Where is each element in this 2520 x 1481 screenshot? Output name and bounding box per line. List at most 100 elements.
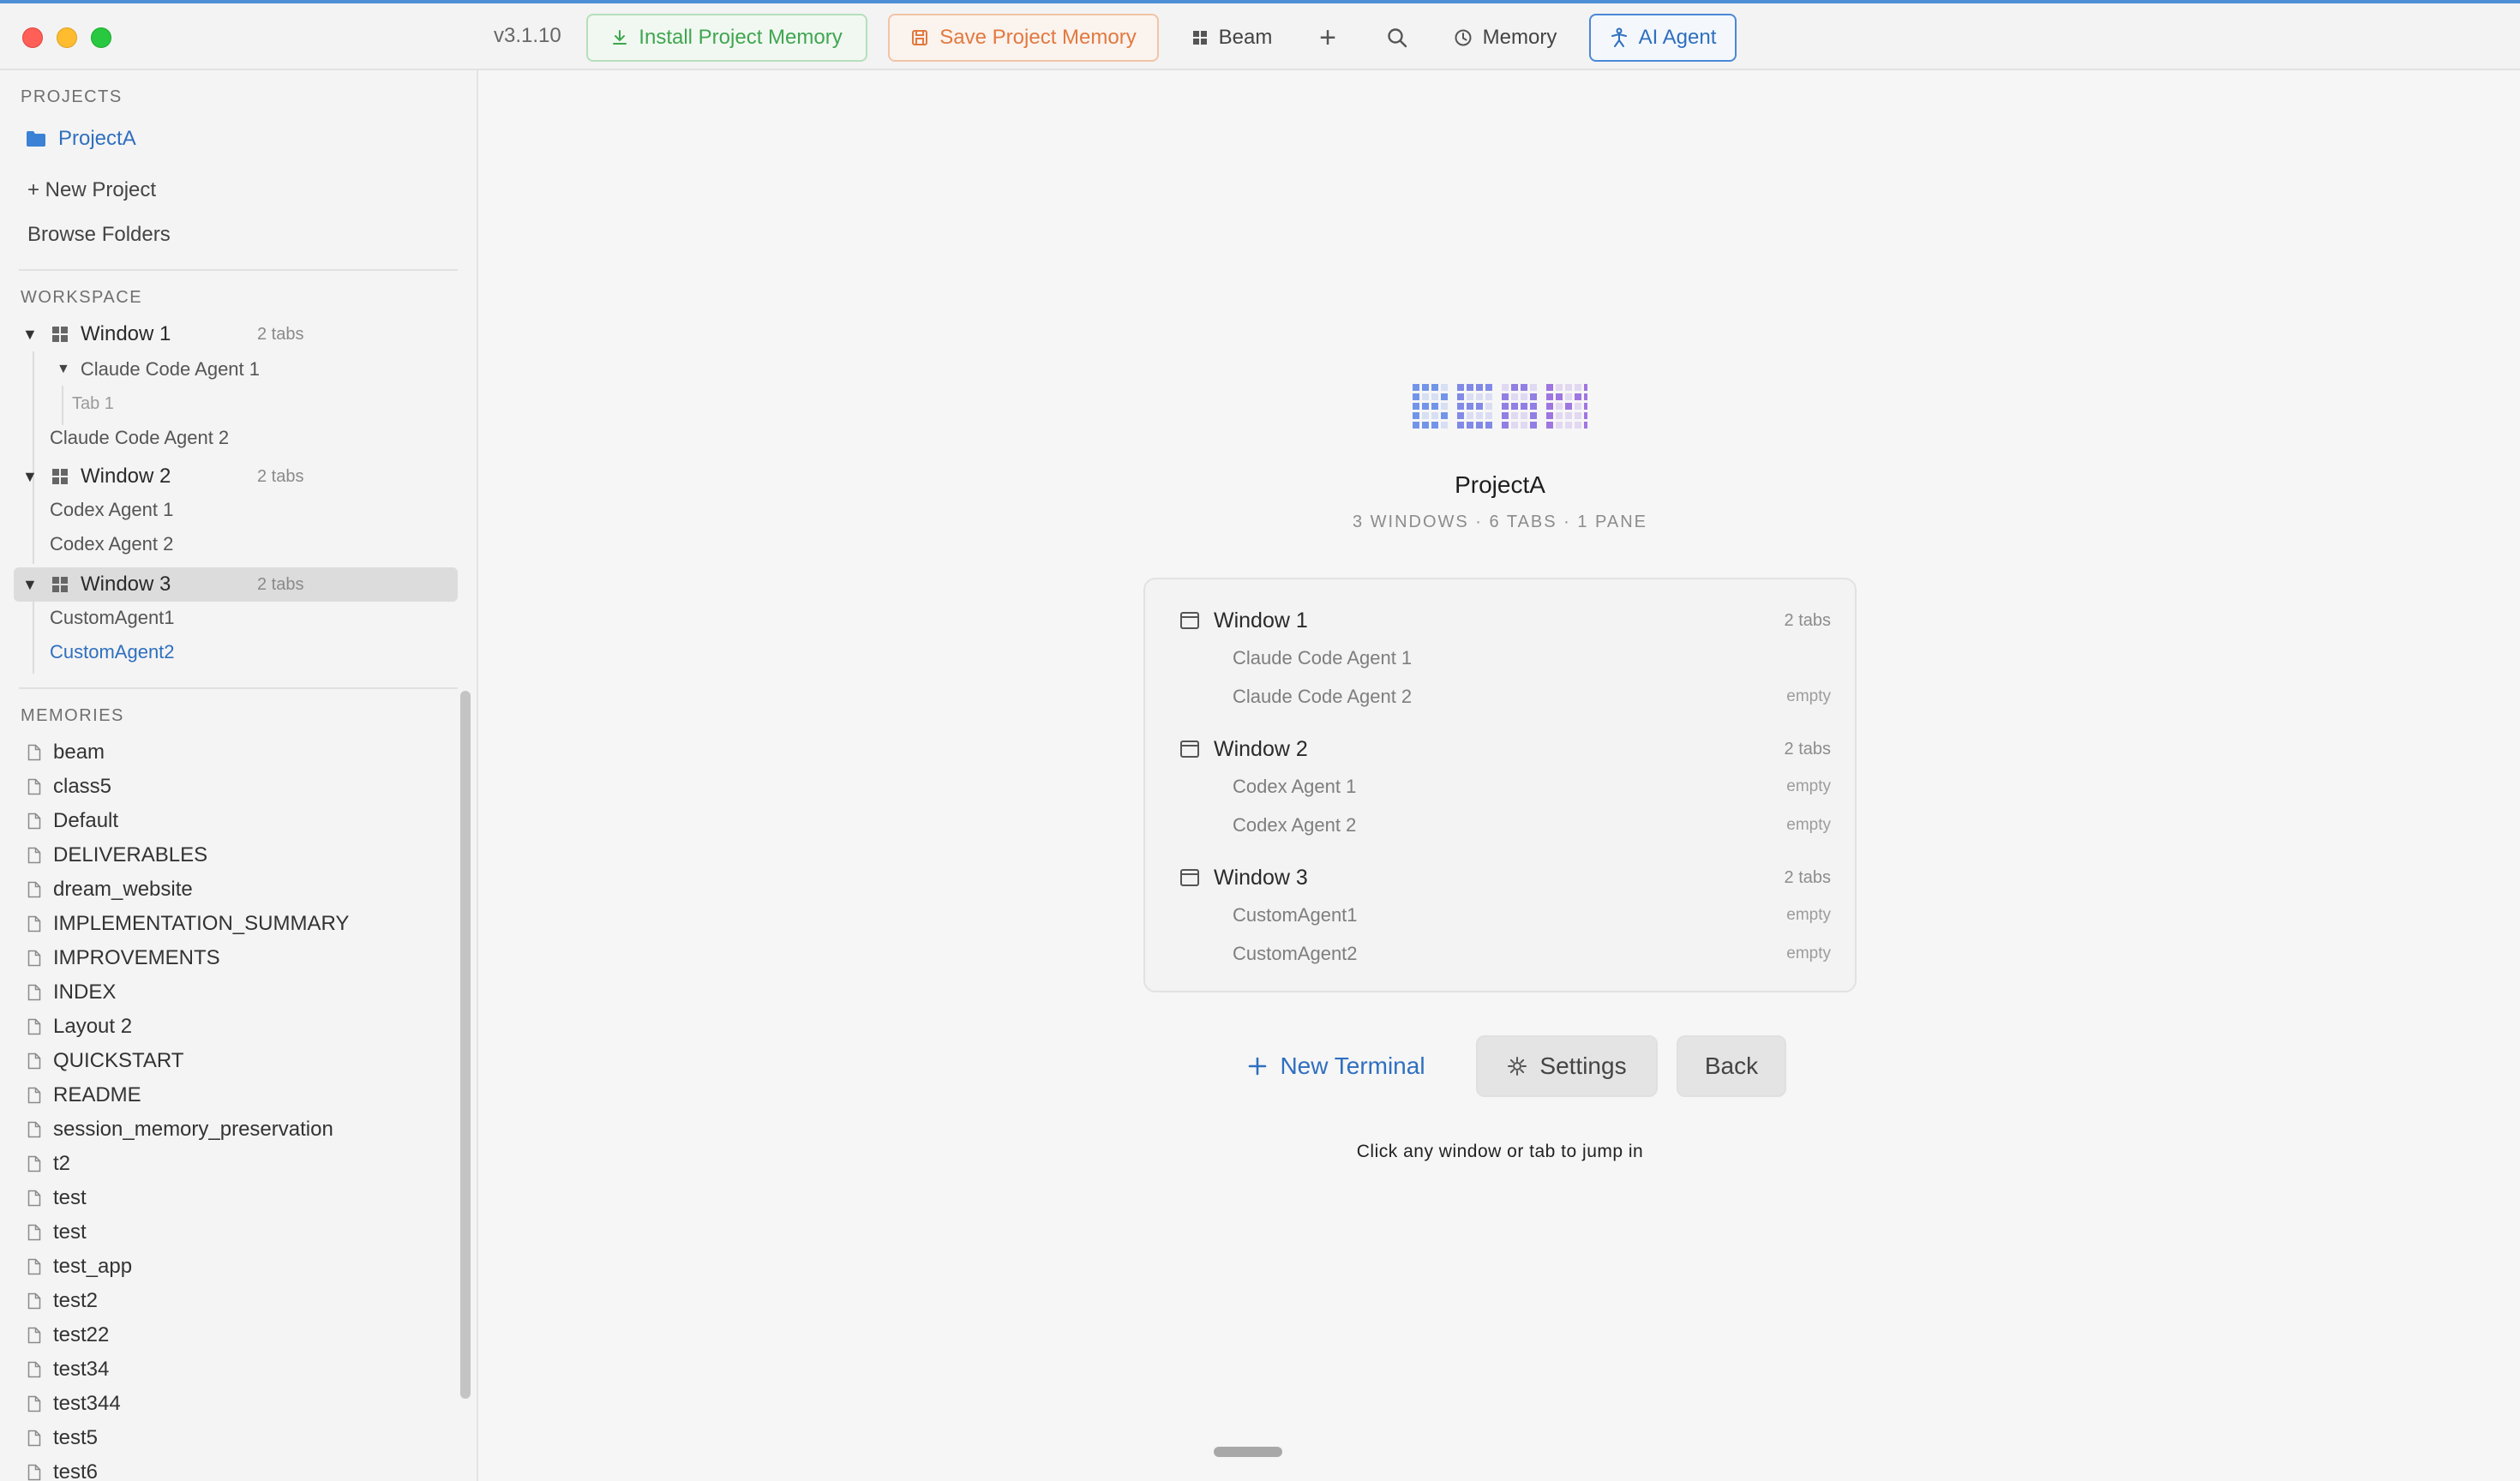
logo-dot: [1565, 403, 1572, 410]
sidebar-window-1[interactable]: ▼ Window 1 2 tabs: [14, 317, 458, 351]
logo-dot: [1457, 412, 1464, 419]
sidebar-tab-customagent1[interactable]: CustomAgent1: [50, 607, 175, 629]
caret-down-icon[interactable]: ▼: [22, 326, 39, 344]
logo-dot: [1502, 393, 1509, 400]
memory-item[interactable]: test344: [27, 1392, 121, 1416]
logo-dot: [1413, 384, 1419, 391]
download-icon: [613, 30, 627, 45]
back-button[interactable]: Back: [1677, 1035, 1786, 1097]
card-tab-codex-agent-2[interactable]: Codex Agent 2 empty: [1233, 812, 1831, 839]
new-terminal-button[interactable]: New Terminal: [1221, 1035, 1452, 1097]
sidebar-subtab-tab-1[interactable]: Tab 1: [72, 394, 114, 414]
logo-dot: [1413, 412, 1419, 419]
browse-folders-button[interactable]: Browse Folders: [27, 223, 477, 247]
beam-logo: [1413, 384, 1587, 429]
card-tab-name: CustomAgent2: [1233, 943, 1358, 964]
card-tab-codex-agent-1[interactable]: Codex Agent 1 empty: [1233, 773, 1831, 800]
document-icon: [27, 915, 41, 932]
memory-item[interactable]: session_memory_preservation: [27, 1118, 333, 1142]
sidebar-tab-customagent2[interactable]: CustomAgent2: [50, 641, 175, 663]
memory-item[interactable]: test6: [27, 1460, 98, 1481]
memory-label: test: [53, 1186, 87, 1209]
sidebar-tab-codex-agent-2[interactable]: Codex Agent 2: [50, 533, 173, 555]
logo-dot: [1441, 422, 1448, 429]
document-icon: [27, 1395, 41, 1412]
resize-handle[interactable]: [1214, 1447, 1282, 1457]
new-terminal-label: New Terminal: [1280, 1052, 1425, 1079]
logo-dot: [1441, 412, 1448, 419]
memory-item[interactable]: README: [27, 1083, 141, 1107]
document-icon: [27, 778, 41, 795]
project-item-projecta[interactable]: ProjectA: [26, 127, 477, 151]
logo-dot: [1511, 384, 1518, 391]
memory-item[interactable]: DELIVERABLES: [27, 843, 207, 867]
card-tab-name: Codex Agent 2: [1233, 814, 1357, 836]
card-window-2[interactable]: Window 2 2 tabs: [1179, 734, 1831, 764]
memory-item[interactable]: QUICKSTART: [27, 1049, 183, 1073]
memory-item[interactable]: test5: [27, 1426, 98, 1450]
memory-item[interactable]: test2: [27, 1289, 98, 1313]
caret-down-icon[interactable]: ▼: [22, 576, 39, 594]
memory-item[interactable]: Layout 2: [27, 1015, 132, 1039]
tree-line: [62, 386, 63, 425]
memory-item[interactable]: test: [27, 1220, 87, 1244]
gear-icon: [1508, 1057, 1527, 1076]
memory-item[interactable]: IMPLEMENTATION_SUMMARY: [27, 912, 349, 936]
agent-figure-icon: [1611, 27, 1627, 47]
ai-agent-button[interactable]: AI Agent: [1589, 14, 1737, 62]
logo-dot: [1502, 422, 1509, 429]
card-tab-claude-code-agent-1[interactable]: Claude Code Agent 1: [1233, 645, 1831, 672]
window-minimize-button[interactable]: [57, 27, 77, 48]
memory-item[interactable]: dream_website: [27, 878, 193, 902]
logo-dot: [1476, 384, 1483, 391]
logo-dot: [1502, 412, 1509, 419]
logo-dot: [1422, 422, 1429, 429]
caret-down-icon[interactable]: ▼: [57, 362, 70, 377]
tab-count: 2 tabs: [257, 324, 304, 344]
save-project-memory-button[interactable]: Save Project Memory: [888, 14, 1159, 62]
window-close-button[interactable]: [22, 27, 43, 48]
memory-button[interactable]: Memory: [1449, 14, 1562, 62]
card-window-1[interactable]: Window 1 2 tabs: [1179, 605, 1831, 636]
sidebar-scrollbar[interactable]: [460, 691, 471, 1399]
beam-button[interactable]: Beam: [1185, 14, 1279, 62]
memory-item[interactable]: INDEX: [27, 980, 116, 1004]
card-tab-name: Claude Code Agent 1: [1233, 647, 1413, 669]
card-tab-customagent1[interactable]: CustomAgent1 empty: [1233, 902, 1831, 929]
sidebar-tab-claude-code-agent-2[interactable]: Claude Code Agent 2: [50, 427, 229, 449]
card-tab-customagent2[interactable]: CustomAgent2 empty: [1233, 940, 1831, 968]
sidebar-window-2[interactable]: ▼ Window 2 2 tabs: [14, 459, 458, 494]
memory-item[interactable]: test34: [27, 1358, 109, 1382]
memory-label: test22: [53, 1323, 110, 1346]
memory-item[interactable]: Default: [27, 809, 118, 833]
window-maximize-button[interactable]: [91, 27, 111, 48]
sidebar-tab-codex-agent-1[interactable]: Codex Agent 1: [50, 499, 173, 521]
memory-label: test6: [53, 1460, 99, 1481]
sidebar-window-3[interactable]: ▼ Window 3 2 tabs: [14, 567, 458, 602]
memory-label: t2: [53, 1152, 71, 1175]
window-name: Window 1: [81, 322, 171, 345]
memory-item[interactable]: test: [27, 1186, 87, 1210]
install-project-memory-button[interactable]: Install Project Memory: [586, 14, 867, 62]
search-button[interactable]: [1375, 14, 1419, 62]
new-project-button[interactable]: + New Project: [27, 178, 477, 202]
document-icon: [27, 1464, 41, 1481]
memory-item[interactable]: test_app: [27, 1255, 132, 1279]
memory-item[interactable]: class5: [27, 775, 111, 799]
memory-item[interactable]: t2: [27, 1152, 70, 1176]
tab-count: 2 tabs: [257, 574, 304, 594]
memory-label: README: [53, 1083, 141, 1106]
logo-dot: [1511, 393, 1518, 400]
logo-dot: [1511, 422, 1518, 429]
memory-item[interactable]: IMPROVEMENTS: [27, 946, 220, 970]
memory-item[interactable]: beam: [27, 740, 105, 764]
caret-down-icon[interactable]: ▼: [22, 468, 39, 486]
windows-summary-card: Window 1 2 tabs Claude Code Agent 1 Clau…: [1143, 578, 1857, 992]
card-tab-claude-code-agent-2[interactable]: Claude Code Agent 2 empty: [1233, 683, 1831, 711]
logo-dot: [1584, 393, 1587, 400]
sidebar-tab-claude-code-agent-1[interactable]: ▼ Claude Code Agent 1: [57, 358, 260, 381]
memory-item[interactable]: test22: [27, 1323, 109, 1347]
settings-button[interactable]: Settings: [1476, 1035, 1658, 1097]
card-window-3[interactable]: Window 3 2 tabs: [1179, 862, 1831, 893]
add-button[interactable]: +: [1308, 14, 1347, 62]
